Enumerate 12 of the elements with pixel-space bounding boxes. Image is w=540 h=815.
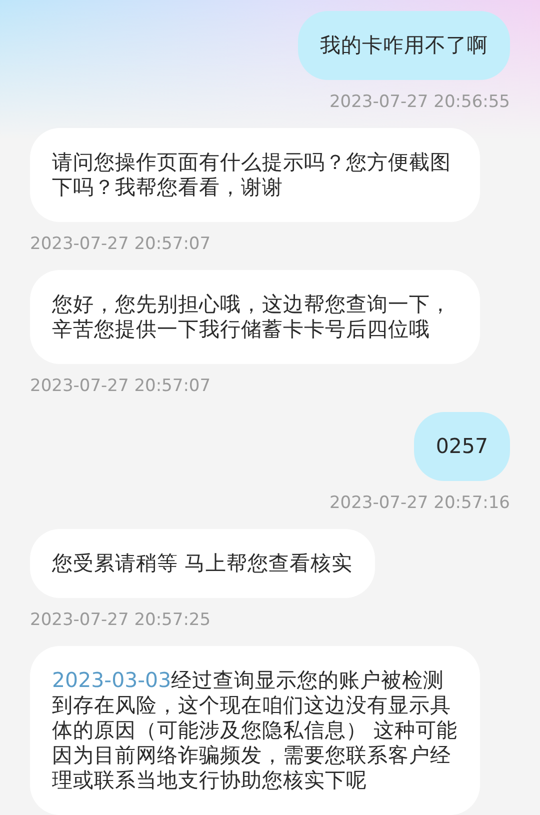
message-bubble: 0257 [414, 412, 510, 481]
timestamp: 2023-07-27 20:57:07 [30, 376, 211, 396]
message-bubble: 请问您操作页面有什么提示吗？您方便截图下吗？我帮您看看，谢谢 [30, 128, 480, 222]
message-bubble: 我的卡咋用不了啊 [298, 11, 510, 80]
message-bubble: 您受累请稍等 马上帮您查看核实 [30, 529, 375, 598]
timestamp: 2023-07-27 20:57:25 [30, 610, 211, 630]
timestamp: 2023-07-27 20:57:07 [30, 234, 211, 254]
message-bubble: 您好，您先别担心哦，这边帮您查询一下，辛苦您提供一下我行储蓄卡卡号后四位哦 [30, 270, 480, 364]
timestamp: 2023-07-27 20:57:16 [329, 493, 510, 513]
message-bubble: 2023-03-03经过查询显示您的账户被检测到存在风险，这个现在咱们这边没有显示具体的原因（可能涉及您隐私信息） 这种可能因为目前网络诈骗频发，需要您联系客户经理或联系当地支行协助您核实下呢 [30, 646, 480, 815]
timestamp: 2023-07-27 20:56:55 [329, 92, 510, 112]
date-link[interactable]: 2023-03-03 [52, 668, 172, 692]
